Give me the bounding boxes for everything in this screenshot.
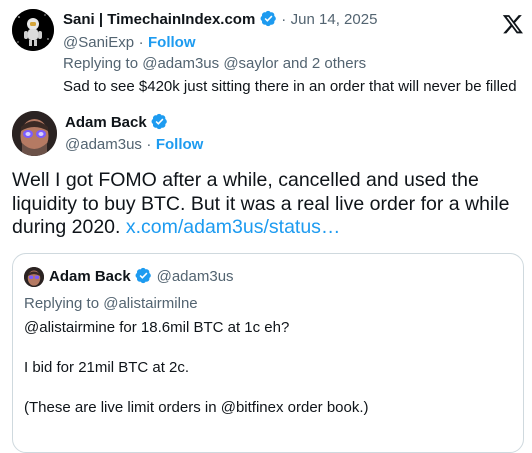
main-text-line-2: liquidity to buy BTC. But it was a real … xyxy=(12,192,510,215)
sani-avatar[interactable] xyxy=(12,9,54,51)
reply-handle-separator: · xyxy=(138,34,144,51)
main-tweet-text: Well I got FOMO after a while, cancelled… xyxy=(12,169,509,240)
quoted-line-1: @alistairmine for 18.6mil BTC at 1c eh? xyxy=(24,319,290,336)
quoted-avatar-image xyxy=(24,267,44,287)
main-subheader: @adam3us · Follow xyxy=(65,135,203,155)
verified-badge-icon xyxy=(135,267,151,284)
verified-badge-icon xyxy=(260,10,276,27)
verified-badge-icon xyxy=(151,113,167,130)
reply-date[interactable]: Jun 14, 2025 xyxy=(291,11,378,28)
main-follow-button[interactable]: Follow xyxy=(156,136,204,153)
adam-avatar[interactable] xyxy=(12,111,57,156)
reply-replying-to: Replying to @adam3us @saylor and 2 other… xyxy=(63,55,367,72)
quoted-handle: @adam3us xyxy=(156,268,234,285)
adam-avatar-image xyxy=(12,111,57,156)
main-handle-separator: · xyxy=(146,136,152,153)
reply-follow-button[interactable]: Follow xyxy=(148,34,196,51)
reply-author-name[interactable]: Sani | TimechainIndex.com xyxy=(63,11,255,28)
quoted-line-2: I bid for 21mil BTC at 2c. xyxy=(24,359,190,376)
reply-handle[interactable]: @SaniExp xyxy=(63,34,134,51)
main-header: Adam Back xyxy=(65,113,168,133)
main-text-line-3: during 2020. x.com/adam3us/status… xyxy=(12,216,509,240)
astronaut-avatar-image xyxy=(12,9,54,51)
quoted-line-3: (These are live limit orders in @bitfine… xyxy=(24,399,369,416)
reply-text: Sad to see $420k just sitting there in a… xyxy=(63,78,517,95)
quoted-tweet-card[interactable]: Adam Back @adam3us Replying to @alistair… xyxy=(12,253,524,453)
quoted-avatar xyxy=(24,267,44,287)
quoted-header: Adam Back @adam3us xyxy=(49,267,234,287)
reply-subheader: @SaniExp · Follow xyxy=(63,33,196,53)
status-link[interactable]: x.com/adam3us/status… xyxy=(126,216,341,238)
main-handle[interactable]: @adam3us xyxy=(65,136,142,153)
quoted-replying-to: Replying to @alistairmilne xyxy=(24,295,198,312)
x-logo-icon[interactable] xyxy=(502,13,524,35)
main-text-line-3-prefix: during 2020. xyxy=(12,216,121,238)
reply-separator: · xyxy=(281,11,287,28)
reply-header: Sani | TimechainIndex.com · Jun 14, 2025 xyxy=(63,10,377,30)
main-author-name[interactable]: Adam Back xyxy=(65,114,147,131)
quoted-author-name: Adam Back xyxy=(49,268,131,285)
main-text-line-1: Well I got FOMO after a while, cancelled… xyxy=(12,169,479,191)
